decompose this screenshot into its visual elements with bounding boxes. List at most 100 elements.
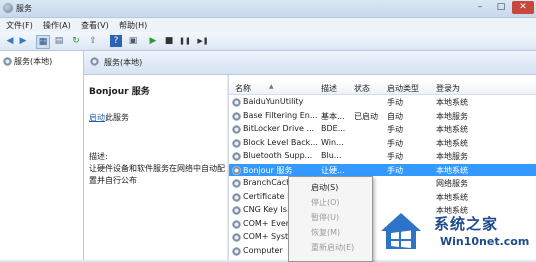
column-description[interactable]: 描述: [321, 83, 337, 94]
menu-item-start[interactable]: 启动(S): [289, 181, 372, 193]
description-label: 描述:: [89, 152, 108, 161]
menu-view[interactable]: 查看(V): [81, 20, 109, 31]
gear-icon: [232, 138, 241, 148]
service-logon-cell: 本地服务: [436, 152, 468, 161]
start-service-link[interactable]: 启动: [89, 113, 105, 122]
menu-bar: 文件(F) 操作(A) 查看(V) 帮助(H): [0, 18, 536, 32]
service-description-cell: Win...: [321, 137, 344, 147]
selected-service-name: Bonjour 服务: [89, 87, 150, 97]
service-startup-cell: 手动: [387, 125, 403, 134]
start-service-suffix: 此服务: [105, 113, 129, 122]
menu-help[interactable]: 帮助(H): [119, 20, 147, 31]
service-row[interactable]: Base Filtering En... 基本... 已启动 自动 本地服务: [229, 110, 536, 122]
gear-icon: [232, 165, 241, 175]
tree-item-label: 服务(本地): [14, 57, 53, 66]
help-icon[interactable]: ?: [110, 35, 122, 47]
house-logo-icon: [381, 213, 421, 249]
service-logon-cell: 本地系统: [436, 192, 468, 202]
title-bar: 服务 – □ ✕: [0, 0, 536, 18]
menu-item-label: 暂停(U): [311, 213, 340, 222]
stop-icon[interactable]: ■: [163, 35, 175, 47]
service-name-cell: BaiduYunUtility: [243, 97, 304, 106]
service-name-cell: Bluetooth Supp...: [243, 151, 313, 160]
service-startup-cell: 自动: [387, 111, 403, 121]
service-row[interactable]: BaiduYunUtility 手动 本地系统: [229, 96, 536, 108]
column-headers: ▲ 名称 描述 状态 启动类型 登录为: [229, 81, 536, 95]
service-status-cell: 已启动: [354, 111, 378, 121]
service-name-cell: BitLocker Drive ...: [243, 124, 315, 133]
menu-item-resume[interactable]: 恢复(M): [289, 226, 372, 238]
column-startup-type[interactable]: 启动类型: [387, 83, 419, 94]
export-icon[interactable]: ⇪: [87, 35, 99, 47]
play-icon[interactable]: ▶: [147, 35, 159, 47]
service-row[interactable]: BranchCach 网络服务: [229, 177, 536, 189]
gear-icon: [232, 219, 241, 229]
gear-icon: [3, 57, 12, 66]
show-hide-icon[interactable]: ▤: [53, 35, 65, 47]
service-row[interactable]: Bonjour 服务 让硬... 手动 本地系统: [229, 163, 536, 176]
gear-icon: [232, 98, 241, 107]
services-app-icon: [3, 3, 13, 13]
gear-icon: [232, 246, 241, 256]
console-tree-icon[interactable]: ▦: [36, 35, 50, 49]
gear-icon: [232, 192, 241, 202]
forward-arrow-icon[interactable]: ▶: [17, 35, 29, 47]
gear-icon: [232, 125, 241, 134]
gear-icon: [232, 206, 241, 215]
service-name-cell: Base Filtering En...: [243, 110, 318, 120]
minimize-button[interactable]: –: [470, 1, 490, 14]
menu-item-label: 重新启动(E): [311, 243, 355, 252]
gear-icon: [232, 233, 241, 242]
sort-ascending-icon: ▲: [269, 83, 274, 90]
service-startup-cell: 手动: [387, 98, 403, 107]
service-logon-cell: 本地系统: [436, 165, 468, 175]
service-startup-cell: 手动: [387, 138, 403, 148]
menu-item-label: 启动(S): [311, 183, 339, 192]
menu-action[interactable]: 操作(A): [43, 20, 71, 31]
service-logon-cell: 网络服务: [436, 179, 468, 188]
service-row[interactable]: BitLocker Drive ... BDE... 手动 本地系统: [229, 123, 536, 135]
service-row[interactable]: Block Level Back... Win... 手动 本地系统: [229, 137, 536, 149]
description-text: 让硬件设备和软件服务在网络中自动配置并自行公布: [89, 164, 225, 185]
column-logon-as[interactable]: 登录为: [436, 83, 460, 94]
services-header: 服务(本地): [84, 51, 536, 75]
console-tree: 服务(本地): [0, 51, 84, 260]
service-name-cell: Block Level Back...: [243, 137, 318, 147]
watermark: 系统之家 Win10net.com: [378, 205, 536, 260]
service-description-cell: 让硬...: [321, 165, 345, 175]
column-name[interactable]: 名称: [235, 83, 251, 94]
menu-item-restart[interactable]: 重新启动(E): [289, 241, 372, 253]
toolbar: ◀ ▶ ▦ ▤ ↻ ⇪ ? ▣ ▶ ■ ❚❚ ▶❚: [0, 32, 536, 51]
service-logon-cell: 本地系统: [436, 98, 468, 107]
column-status[interactable]: 状态: [354, 83, 370, 94]
service-startup-cell: 手动: [387, 152, 403, 161]
pause-icon[interactable]: ❚❚: [179, 35, 191, 47]
menu-item-stop[interactable]: 停止(O): [289, 196, 372, 208]
service-name-cell: Bonjour 服务: [243, 165, 293, 175]
menu-item-label: 恢复(M): [311, 228, 341, 237]
restart-icon[interactable]: ▶❚: [196, 35, 210, 47]
gear-icon: [90, 57, 99, 66]
menu-file[interactable]: 文件(F): [6, 20, 33, 31]
refresh-icon[interactable]: ↻: [70, 35, 82, 47]
service-logon-cell: 本地系统: [436, 138, 468, 148]
gear-icon: [232, 179, 241, 188]
service-row[interactable]: Certificate P 本地系统: [229, 191, 536, 203]
service-description-cell: 基本...: [321, 111, 345, 121]
context-menu: 启动(S) 停止(O) 暂停(U) 恢复(M) 重新启动(E): [288, 176, 373, 262]
service-row[interactable]: Bluetooth Supp... Blu... 手动 本地服务: [229, 150, 536, 162]
maximize-button[interactable]: □: [491, 1, 511, 14]
properties-icon[interactable]: ▣: [127, 35, 139, 47]
service-description-cell: Blu...: [321, 151, 342, 160]
service-logon-cell: 本地服务: [436, 111, 468, 121]
back-arrow-icon[interactable]: ◀: [4, 35, 16, 47]
header-label: 服务(本地): [104, 58, 143, 67]
menu-item-label: 停止(O): [311, 198, 340, 207]
menu-item-pause[interactable]: 暂停(U): [289, 211, 372, 223]
window-title: 服务: [16, 4, 32, 13]
close-button[interactable]: ✕: [512, 1, 534, 14]
tree-item-services-local[interactable]: 服务(本地): [3, 56, 52, 67]
gear-icon: [232, 152, 241, 161]
start-service-row: 启动此服务: [89, 112, 129, 123]
watermark-url: Win10net.com: [440, 235, 530, 248]
